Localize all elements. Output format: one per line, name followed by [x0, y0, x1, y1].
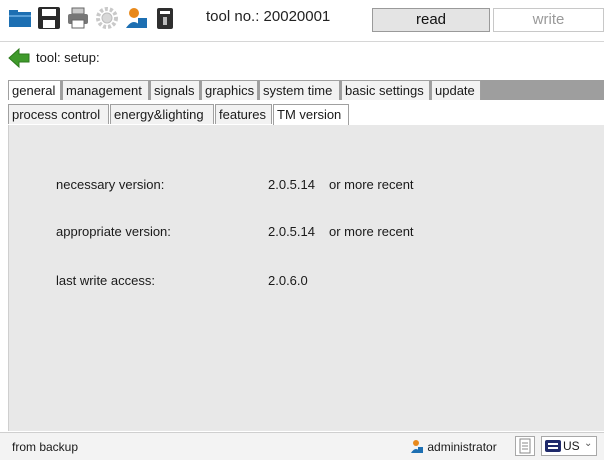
sub-tab-bar: process control energy&lighting features… — [8, 104, 604, 126]
back-button[interactable] — [8, 47, 30, 69]
user-icon — [126, 8, 147, 28]
folder-icon — [9, 10, 31, 27]
tm-version-panel: necessary version: 2.0.5.14 or more rece… — [8, 125, 604, 431]
open-folder-button[interactable] — [8, 6, 32, 30]
tab-tm-version[interactable]: TM version — [273, 104, 349, 125]
appropriate-version-value: 2.0.5.14 — [268, 224, 315, 239]
necessary-version-value: 2.0.5.14 — [268, 177, 315, 192]
appropriate-version-label: appropriate version: — [56, 224, 171, 239]
tab-basic-settings[interactable]: basic settings — [341, 80, 430, 100]
save-button[interactable] — [37, 6, 61, 30]
tool-icon — [157, 8, 173, 29]
main-tab-bar: general management signals graphics syst… — [8, 80, 604, 100]
tab-update[interactable]: update — [431, 80, 481, 100]
gear-icon — [96, 7, 118, 29]
tab-management[interactable]: management — [62, 80, 149, 100]
status-text: from backup — [12, 440, 79, 454]
tab-signals[interactable]: signals — [150, 80, 200, 100]
last-write-access-label: last write access: — [56, 273, 155, 288]
language-select[interactable]: US ⌄ — [541, 436, 597, 456]
current-user: administrator — [410, 439, 497, 454]
tab-graphics[interactable]: graphics — [201, 80, 258, 100]
tab-energy-lighting[interactable]: energy&lighting — [110, 104, 214, 124]
log-button[interactable] — [515, 436, 535, 456]
tab-system-time[interactable]: system time — [259, 80, 340, 100]
document-icon — [519, 438, 531, 454]
tool-number-title: tool no.: 20020001 — [206, 8, 331, 25]
breadcrumb-label: tool: setup: — [36, 50, 100, 65]
print-icon — [68, 7, 88, 29]
language-value: US — [563, 439, 580, 453]
toolbar: tool no.: 20020001 read write — [0, 0, 604, 40]
user-icon — [411, 440, 423, 453]
print-button[interactable] — [66, 6, 90, 30]
user-button[interactable] — [124, 6, 148, 30]
breadcrumb: tool: setup: — [0, 41, 604, 74]
necessary-version-note: or more recent — [329, 177, 414, 192]
chevron-down-icon: ⌄ — [584, 438, 593, 449]
status-bar: from backup administrator US ⌄ — [0, 432, 604, 460]
last-write-access-value: 2.0.6.0 — [268, 273, 308, 288]
tab-features[interactable]: features — [215, 104, 272, 124]
tab-general[interactable]: general — [8, 80, 61, 100]
read-button[interactable]: read — [372, 8, 490, 32]
tool-button[interactable] — [153, 6, 177, 30]
us-flag-icon — [545, 440, 561, 452]
settings-button[interactable] — [95, 6, 119, 30]
necessary-version-label: necessary version: — [56, 177, 165, 192]
save-icon — [38, 7, 60, 29]
tab-process-control[interactable]: process control — [8, 104, 109, 124]
appropriate-version-note: or more recent — [329, 224, 414, 239]
user-name: administrator — [427, 440, 497, 454]
write-button[interactable]: write — [493, 8, 604, 32]
back-arrow-icon — [8, 47, 30, 69]
